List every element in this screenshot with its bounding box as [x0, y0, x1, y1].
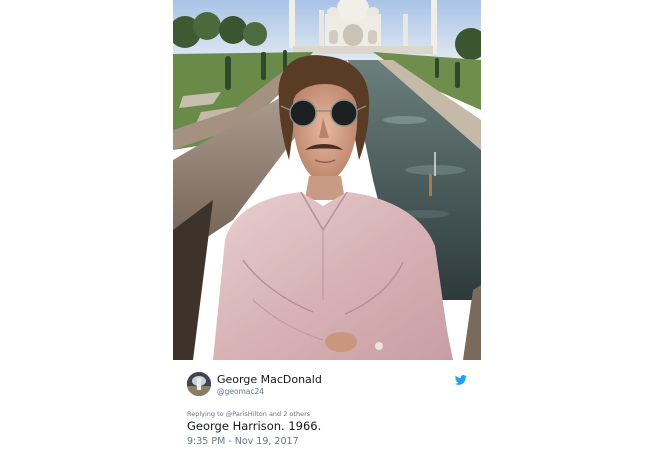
page: George MacDonald @geomac24 Replying to @… [0, 0, 650, 450]
replying-user-link[interactable]: @ParisHilton [226, 410, 267, 418]
tweet-timestamp[interactable]: 9:35 PM - Nov 19, 2017 [187, 436, 299, 447]
tweet-card: George MacDonald @geomac24 Replying to @… [173, 0, 481, 450]
replying-prefix: Replying to [187, 410, 224, 418]
replying-and: and [268, 410, 282, 418]
display-name[interactable]: George MacDonald [217, 373, 322, 386]
replying-others-link[interactable]: 2 others [283, 410, 310, 418]
tweet-photo[interactable] [173, 0, 481, 360]
twitter-bird-icon[interactable] [455, 375, 467, 385]
tweet-text: George Harrison. 1966. [187, 419, 322, 433]
tweet-body: George MacDonald @geomac24 Replying to @… [173, 360, 481, 450]
avatar[interactable] [187, 372, 211, 396]
user-handle[interactable]: @geomac24 [217, 387, 264, 396]
replying-to: Replying to @ParisHilton and 2 others [187, 410, 310, 418]
avatar-image [187, 372, 211, 396]
